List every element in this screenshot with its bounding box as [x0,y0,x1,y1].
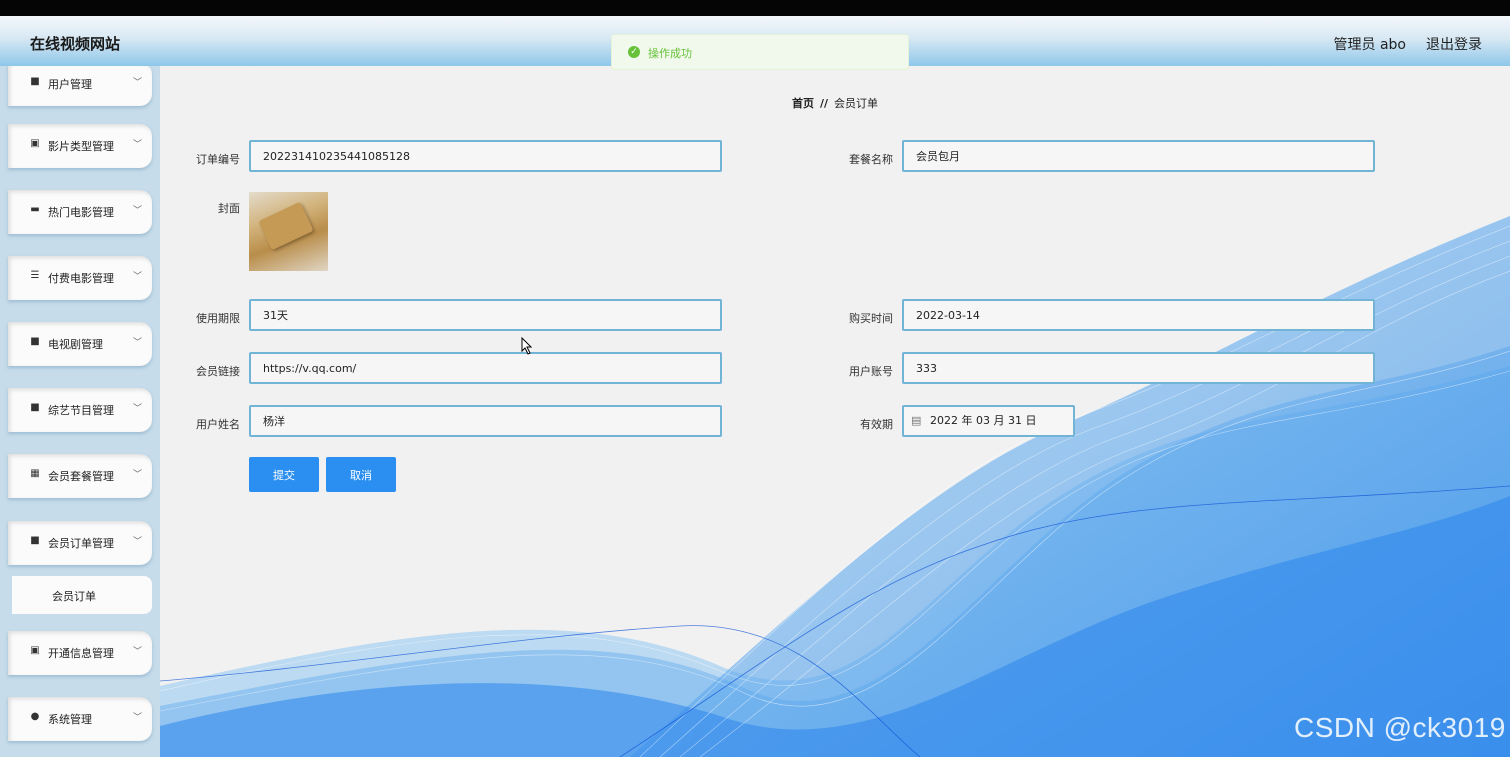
sidebar-item-label: 热门电影管理 [48,206,114,219]
chevron-down-icon: ﹀ [132,206,142,216]
purchase-time-input[interactable] [902,299,1375,331]
grid-icon: ■ [30,402,40,413]
chevron-down-icon: ﹀ [132,140,142,150]
sidebar-item-label: 会员订单管理 [48,537,114,550]
chevron-down-icon: ﹀ [132,404,142,414]
sidebar-item-user-management[interactable]: ■ 用户管理 ﹀ [8,66,152,106]
cover-label: 封面 [218,202,240,215]
sidebar-item-label: 开通信息管理 [48,647,114,660]
user-icon: ● [30,711,40,722]
sidebar-item-variety-management[interactable]: ■ 综艺节目管理 ﹀ [8,388,152,432]
package-name-label: 套餐名称 [849,153,893,166]
expiry-label: 有效期 [860,418,893,431]
purchase-time-label: 购买时间 [849,312,893,325]
success-toast: ✓ 操作成功 [611,34,909,70]
sidebar-item-hot-movie-management[interactable]: ▬ 热门电影管理 ﹀ [8,190,152,234]
cover-image [249,192,328,271]
cancel-button[interactable]: 取消 [326,457,396,492]
submit-button[interactable]: 提交 [249,457,319,492]
clipboard-icon: ▣ [30,138,40,149]
sidebar-item-label: 影片类型管理 [48,140,114,153]
grid-icon: ■ [30,336,40,347]
sidebar-item-label: 会员套餐管理 [48,470,114,483]
sidebar-item-label: 系统管理 [48,713,92,726]
breadcrumb-current: 会员订单 [834,97,879,110]
expiry-date-value: 2022 年 03 月 31 日 [930,414,1037,427]
clipboard-icon: ▣ [30,645,40,656]
mouse-cursor-icon [521,337,533,355]
apps-icon: ▦ [30,468,40,479]
member-link-label: 会员链接 [196,365,240,378]
toast-message: 操作成功 [648,47,692,60]
sidebar-item-movie-type-management[interactable]: ▣ 影片类型管理 ﹀ [8,124,152,168]
chevron-down-icon: ﹀ [132,78,142,88]
sidebar: ■ 用户管理 ﹀ ▣ 影片类型管理 ﹀ ▬ 热门电影管理 ﹀ ☰ 付费电影管理 … [0,66,160,757]
chevron-down-icon: ﹀ [132,338,142,348]
sidebar-item-paid-movie-management[interactable]: ☰ 付费电影管理 ﹀ [8,256,152,300]
user-name-label: 用户姓名 [196,418,240,431]
watermark: CSDN @ck3019 [1294,712,1506,743]
chevron-down-icon: ﹀ [132,470,142,480]
expiry-date-picker[interactable]: ▤ 2022 年 03 月 31 日 [902,405,1075,437]
window-top-bar [0,0,1510,16]
sidebar-item-tv-management[interactable]: ■ 电视剧管理 ﹀ [8,322,152,366]
chevron-down-icon: ﹀ [132,272,142,282]
breadcrumb-separator: // [820,97,829,110]
breadcrumb: 首页 // 会员订单 [792,95,878,111]
chevron-down-icon: ﹀ [132,713,142,723]
chevron-up-icon: ﹀ [132,537,142,547]
sidebar-item-activation-management[interactable]: ▣ 开通信息管理 ﹀ [8,631,152,675]
grid-icon: ■ [30,535,40,546]
sidebar-item-label: 付费电影管理 [48,272,114,285]
submenu-item-member-order[interactable]: 会员订单 [12,576,152,614]
order-no-input[interactable] [249,140,722,172]
breadcrumb-home[interactable]: 首页 [792,97,814,110]
duration-label: 使用期限 [196,312,240,325]
user-account-input[interactable] [902,352,1375,384]
order-no-label: 订单编号 [196,153,240,166]
main-content: 首页 // 会员订单 订单编号 套餐名称 封面 使用期限 购买时间 会员链接 用户账… [160,66,1510,757]
site-title: 在线视频网站 [30,35,121,53]
sidebar-item-member-package-management[interactable]: ▦ 会员套餐管理 ﹀ [8,454,152,498]
check-circle-icon: ✓ [628,46,640,58]
submenu-item-label: 会员订单 [52,590,96,603]
grid-icon: ■ [30,76,40,87]
user-info: 管理员 abo [1333,37,1406,53]
sidebar-item-label: 综艺节目管理 [48,404,114,417]
package-name-input[interactable] [902,140,1375,172]
briefcase-icon: ▬ [30,204,40,215]
sidebar-item-label: 用户管理 [48,78,92,91]
chevron-down-icon: ﹀ [132,647,142,657]
duration-input[interactable] [249,299,722,331]
user-name-input[interactable] [249,405,722,437]
sidebar-item-system-management[interactable]: ● 系统管理 ﹀ [8,697,152,741]
user-account-label: 用户账号 [849,365,893,378]
sliders-icon: ☰ [30,270,40,281]
calendar-icon: ▤ [911,414,922,427]
sidebar-item-member-order-management[interactable]: ■ 会员订单管理 ﹀ [8,521,152,565]
sidebar-item-label: 电视剧管理 [48,338,103,351]
member-link-input[interactable] [249,352,722,384]
logout-link[interactable]: 退出登录 [1426,34,1482,54]
